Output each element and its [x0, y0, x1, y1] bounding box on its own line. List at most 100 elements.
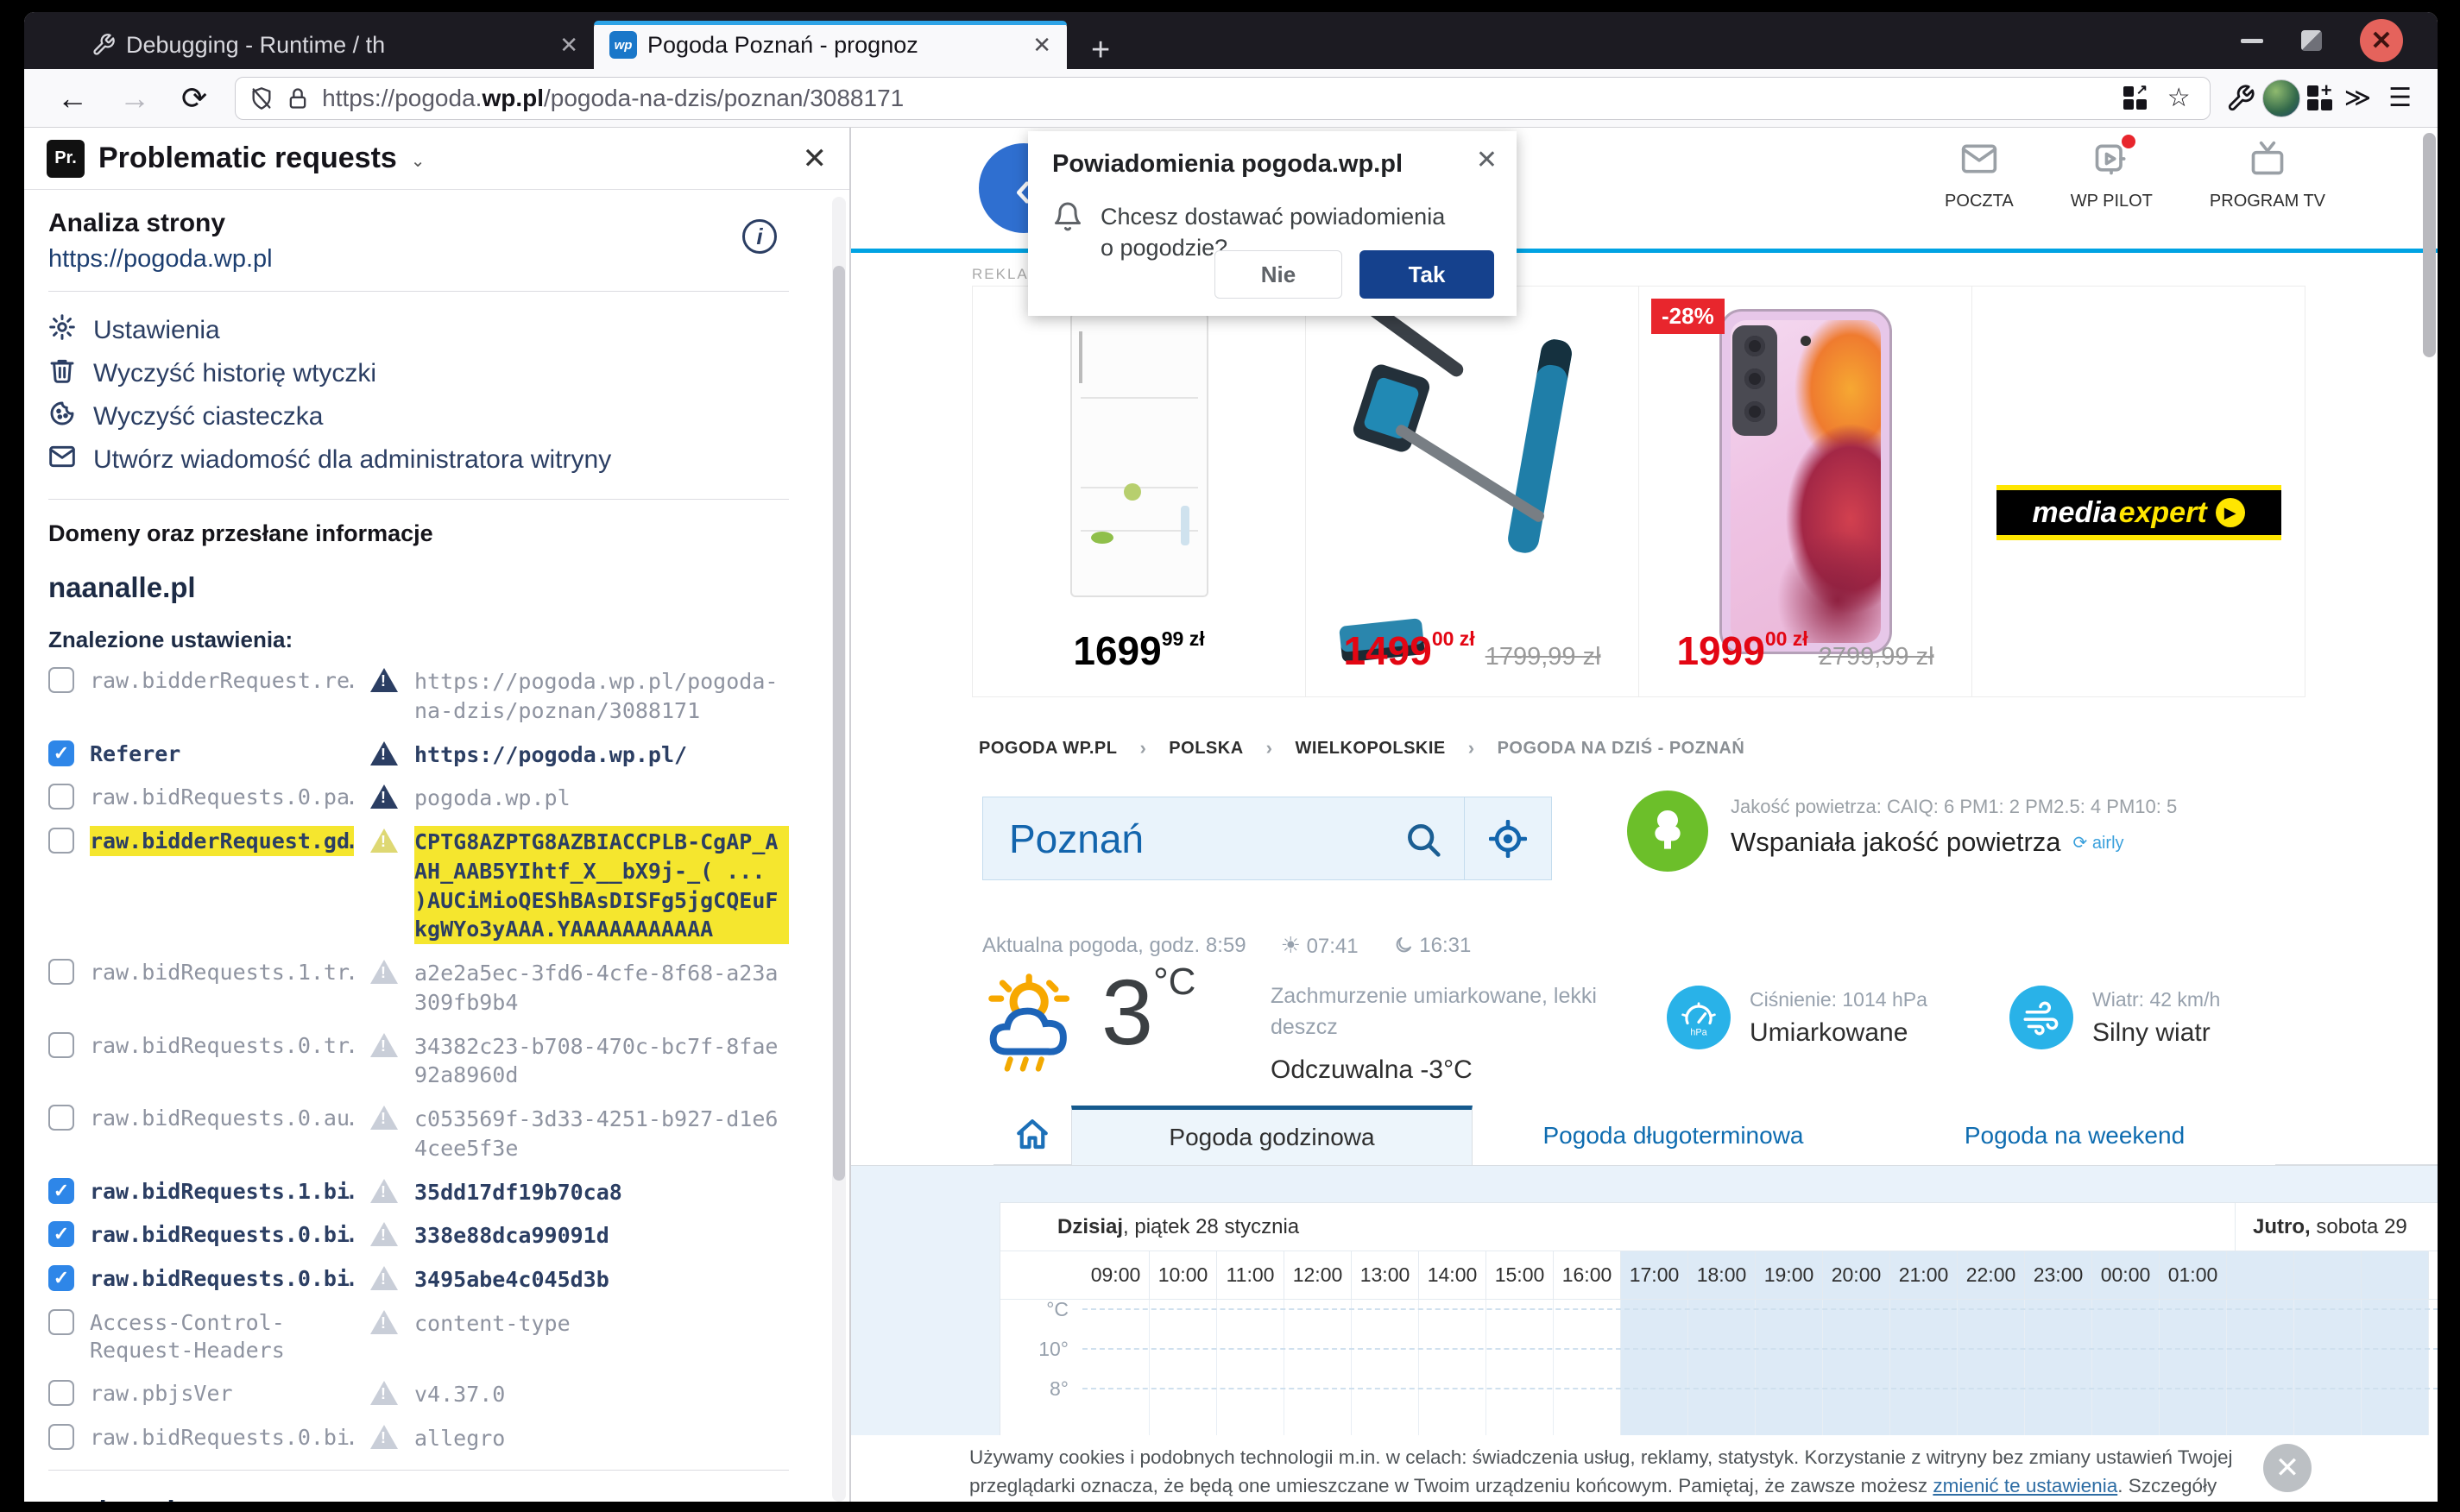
search-input[interactable]: Poznań: [983, 816, 1403, 862]
setting-checkbox[interactable]: ✓: [48, 740, 74, 766]
cookie-settings-link[interactable]: zmienić te ustawienia: [1933, 1475, 2117, 1496]
ad-product-vacuum[interactable]: 149900 zł1799,99 zł: [1306, 287, 1639, 696]
tab-home[interactable]: [993, 1106, 1071, 1165]
back-button[interactable]: ←: [45, 80, 100, 117]
dialog-close-icon[interactable]: ✕: [1476, 145, 1498, 175]
panel-close-icon[interactable]: ✕: [803, 142, 828, 176]
setting-checkbox[interactable]: [48, 1105, 74, 1131]
breadcrumb-separator: ›: [1139, 737, 1146, 759]
domains-heading: Domeny oraz przesłane informacje: [48, 520, 789, 547]
tab-debugging[interactable]: Debugging - Runtime / th ✕: [76, 21, 594, 69]
window-controls: ✕: [2241, 12, 2438, 69]
hour-label: 10:00: [1150, 1251, 1217, 1299]
tab-pogoda-na-weekend[interactable]: Pogoda na weekend: [1874, 1106, 2275, 1165]
minimize-button[interactable]: [2241, 39, 2263, 43]
feels-like: Odczuwalna -3°C: [1271, 1055, 1616, 1085]
extension-wrench-icon[interactable]: [2226, 84, 2255, 113]
shield-off-icon[interactable]: [249, 86, 274, 110]
setting-checkbox[interactable]: [48, 667, 74, 693]
cookie-close-button[interactable]: ✕: [2263, 1444, 2312, 1492]
menu-label: Wyczyść ciasteczka: [93, 402, 323, 432]
deny-button[interactable]: Nie: [1214, 250, 1342, 299]
setting-key: raw.bidRequests.0.pa…: [90, 782, 354, 812]
chevron-down-icon[interactable]: ⌄: [411, 150, 426, 172]
tab-pogoda-godzinowa[interactable]: Pogoda godzinowa: [1071, 1106, 1473, 1165]
hour-label: 15:00: [1486, 1251, 1554, 1299]
ad-product-fridge[interactable]: 169999 zł: [973, 287, 1306, 696]
sidebar-scrollbar[interactable]: [832, 197, 846, 1502]
url-text[interactable]: https://pogoda.wp.pl/pogoda-na-dzis/pozn…: [322, 85, 2111, 112]
reload-button[interactable]: ⟳: [169, 80, 219, 117]
ad-mediaexpert[interactable]: mediaexpert▶: [1972, 287, 2305, 696]
cookie-icon: [48, 400, 76, 434]
forward-button[interactable]: →: [107, 80, 162, 117]
geolocation-icon[interactable]: [1489, 820, 1527, 858]
sidebar-menu-message-admin[interactable]: Utwórz wiadomość dla administratora witr…: [48, 438, 789, 482]
setting-checkbox[interactable]: [48, 1424, 74, 1450]
hour-label: [2227, 1251, 2294, 1299]
setting-checkbox[interactable]: ✓: [48, 1178, 74, 1204]
allow-button[interactable]: Tak: [1359, 250, 1494, 299]
setting-key: raw.bidRequests.0.bi…: [90, 1219, 354, 1250]
url-bar[interactable]: https://pogoda.wp.pl/pogoda-na-dzis/pozn…: [235, 77, 2211, 120]
air-quality-widget[interactable]: Jakość powietrza: CAIQ: 6 PM1: 2 PM2.5: …: [1627, 791, 2177, 872]
hamburger-menu-icon[interactable]: ☰: [2383, 83, 2417, 113]
domain-sections: naanalle.plZnalezione ustawienia:raw.bid…: [48, 571, 789, 1502]
setting-checkbox[interactable]: [48, 1380, 74, 1406]
sidebar-menu-clear-cookies[interactable]: Wyczyść ciasteczka: [48, 395, 789, 438]
sidebar-menu-ustawienia[interactable]: Ustawienia: [48, 309, 789, 352]
setting-checkbox[interactable]: [48, 959, 74, 985]
setting-checkbox[interactable]: ✓: [48, 1221, 74, 1247]
tab-close-icon[interactable]: ✕: [559, 32, 578, 59]
breadcrumb-item[interactable]: POGODA NA DZIŚ - POZNAŃ: [1498, 739, 1745, 759]
menu-label: Utwórz wiadomość dla administratora witr…: [93, 445, 611, 475]
tab-close-icon[interactable]: ✕: [1032, 32, 1051, 59]
action-label: PROGRAM TV: [2210, 192, 2325, 211]
new-tab-button[interactable]: +: [1091, 32, 1110, 69]
setting-checkbox[interactable]: [48, 1032, 74, 1058]
setting-checkbox[interactable]: [48, 784, 74, 810]
conditions-text: Zachmurzenie umiarkowane, lekki deszcz: [1271, 980, 1616, 1043]
fridge-image: [1070, 312, 1208, 597]
lock-icon[interactable]: [286, 86, 310, 110]
setting-value: pogoda.wp.pl: [414, 782, 789, 813]
setting-key: raw.bidderRequest.gd…: [90, 826, 354, 856]
ad-product-phone[interactable]: -28% 199900 zł2799,99 zł: [1639, 287, 1972, 696]
sidebar-scrollbar-thumb[interactable]: [833, 266, 845, 1181]
location-search-box[interactable]: Poznań: [982, 797, 1552, 880]
phone-image: [1719, 309, 1892, 654]
breadcrumb-item[interactable]: POLSKA: [1169, 739, 1243, 759]
overflow-chevrons-icon[interactable]: ≫: [2339, 83, 2376, 113]
info-icon[interactable]: i: [742, 219, 777, 254]
breadcrumb-item[interactable]: WIELKOPOLSKIE: [1295, 739, 1445, 759]
header-action-wp-pilot[interactable]: WP PILOT: [2071, 140, 2153, 211]
close-window-button[interactable]: ✕: [2360, 19, 2403, 62]
setting-row: raw.bidRequests.0.bi…allegro: [48, 1422, 789, 1453]
search-icon[interactable]: [1403, 820, 1441, 858]
bookmark-star-icon[interactable]: ☆: [2162, 83, 2196, 113]
breadcrumb-item[interactable]: POGODA WP.PL: [979, 739, 1117, 759]
current-weather-label: Aktualna pogoda, godz. 8:59: [982, 934, 1246, 958]
tab-pogoda-długoterminowa[interactable]: Pogoda długoterminowa: [1473, 1106, 1874, 1165]
setting-row: raw.pbjsVerv4.37.0: [48, 1378, 789, 1409]
header-action-program-tv[interactable]: PROGRAM TV: [2210, 140, 2325, 211]
setting-row: raw.bidRequests.1.tr…a2e2a5ec-3fd6-4cfe-…: [48, 957, 789, 1017]
profile-avatar[interactable]: [2262, 79, 2300, 117]
setting-checkbox[interactable]: [48, 1309, 74, 1335]
setting-key: raw.pbjsVer: [90, 1378, 354, 1408]
page-scrollbar-thumb[interactable]: [2423, 133, 2436, 357]
ad-banner[interactable]: 169999 zł 149900 zł1799,99 zł -28%: [972, 286, 2305, 697]
maximize-button[interactable]: [2301, 30, 2322, 51]
setting-row: ✓raw.bidRequests.1.bi…35dd17df19b70ca8: [48, 1176, 789, 1207]
tab-pogoda[interactable]: wp Pogoda Poznań - prognoz ✕: [594, 21, 1067, 69]
header-actions: POCZTA WP PILOT PROGRAM TV: [1945, 140, 2325, 211]
setting-value: c053569f-3d33-4251-b927-d1e64cee5f3e: [414, 1103, 789, 1163]
analyzed-page-url[interactable]: https://pogoda.wp.pl: [48, 245, 789, 274]
container-tabs-icon[interactable]: ↗: [2123, 86, 2147, 110]
warning-icon: [370, 960, 398, 984]
setting-checkbox[interactable]: ✓: [48, 1265, 74, 1291]
setting-checkbox[interactable]: [48, 828, 74, 854]
extensions-icon[interactable]: +: [2307, 85, 2332, 110]
sidebar-menu-clear-history[interactable]: Wyczyść historię wtyczki: [48, 352, 789, 395]
header-action-poczta[interactable]: POCZTA: [1945, 140, 2014, 211]
